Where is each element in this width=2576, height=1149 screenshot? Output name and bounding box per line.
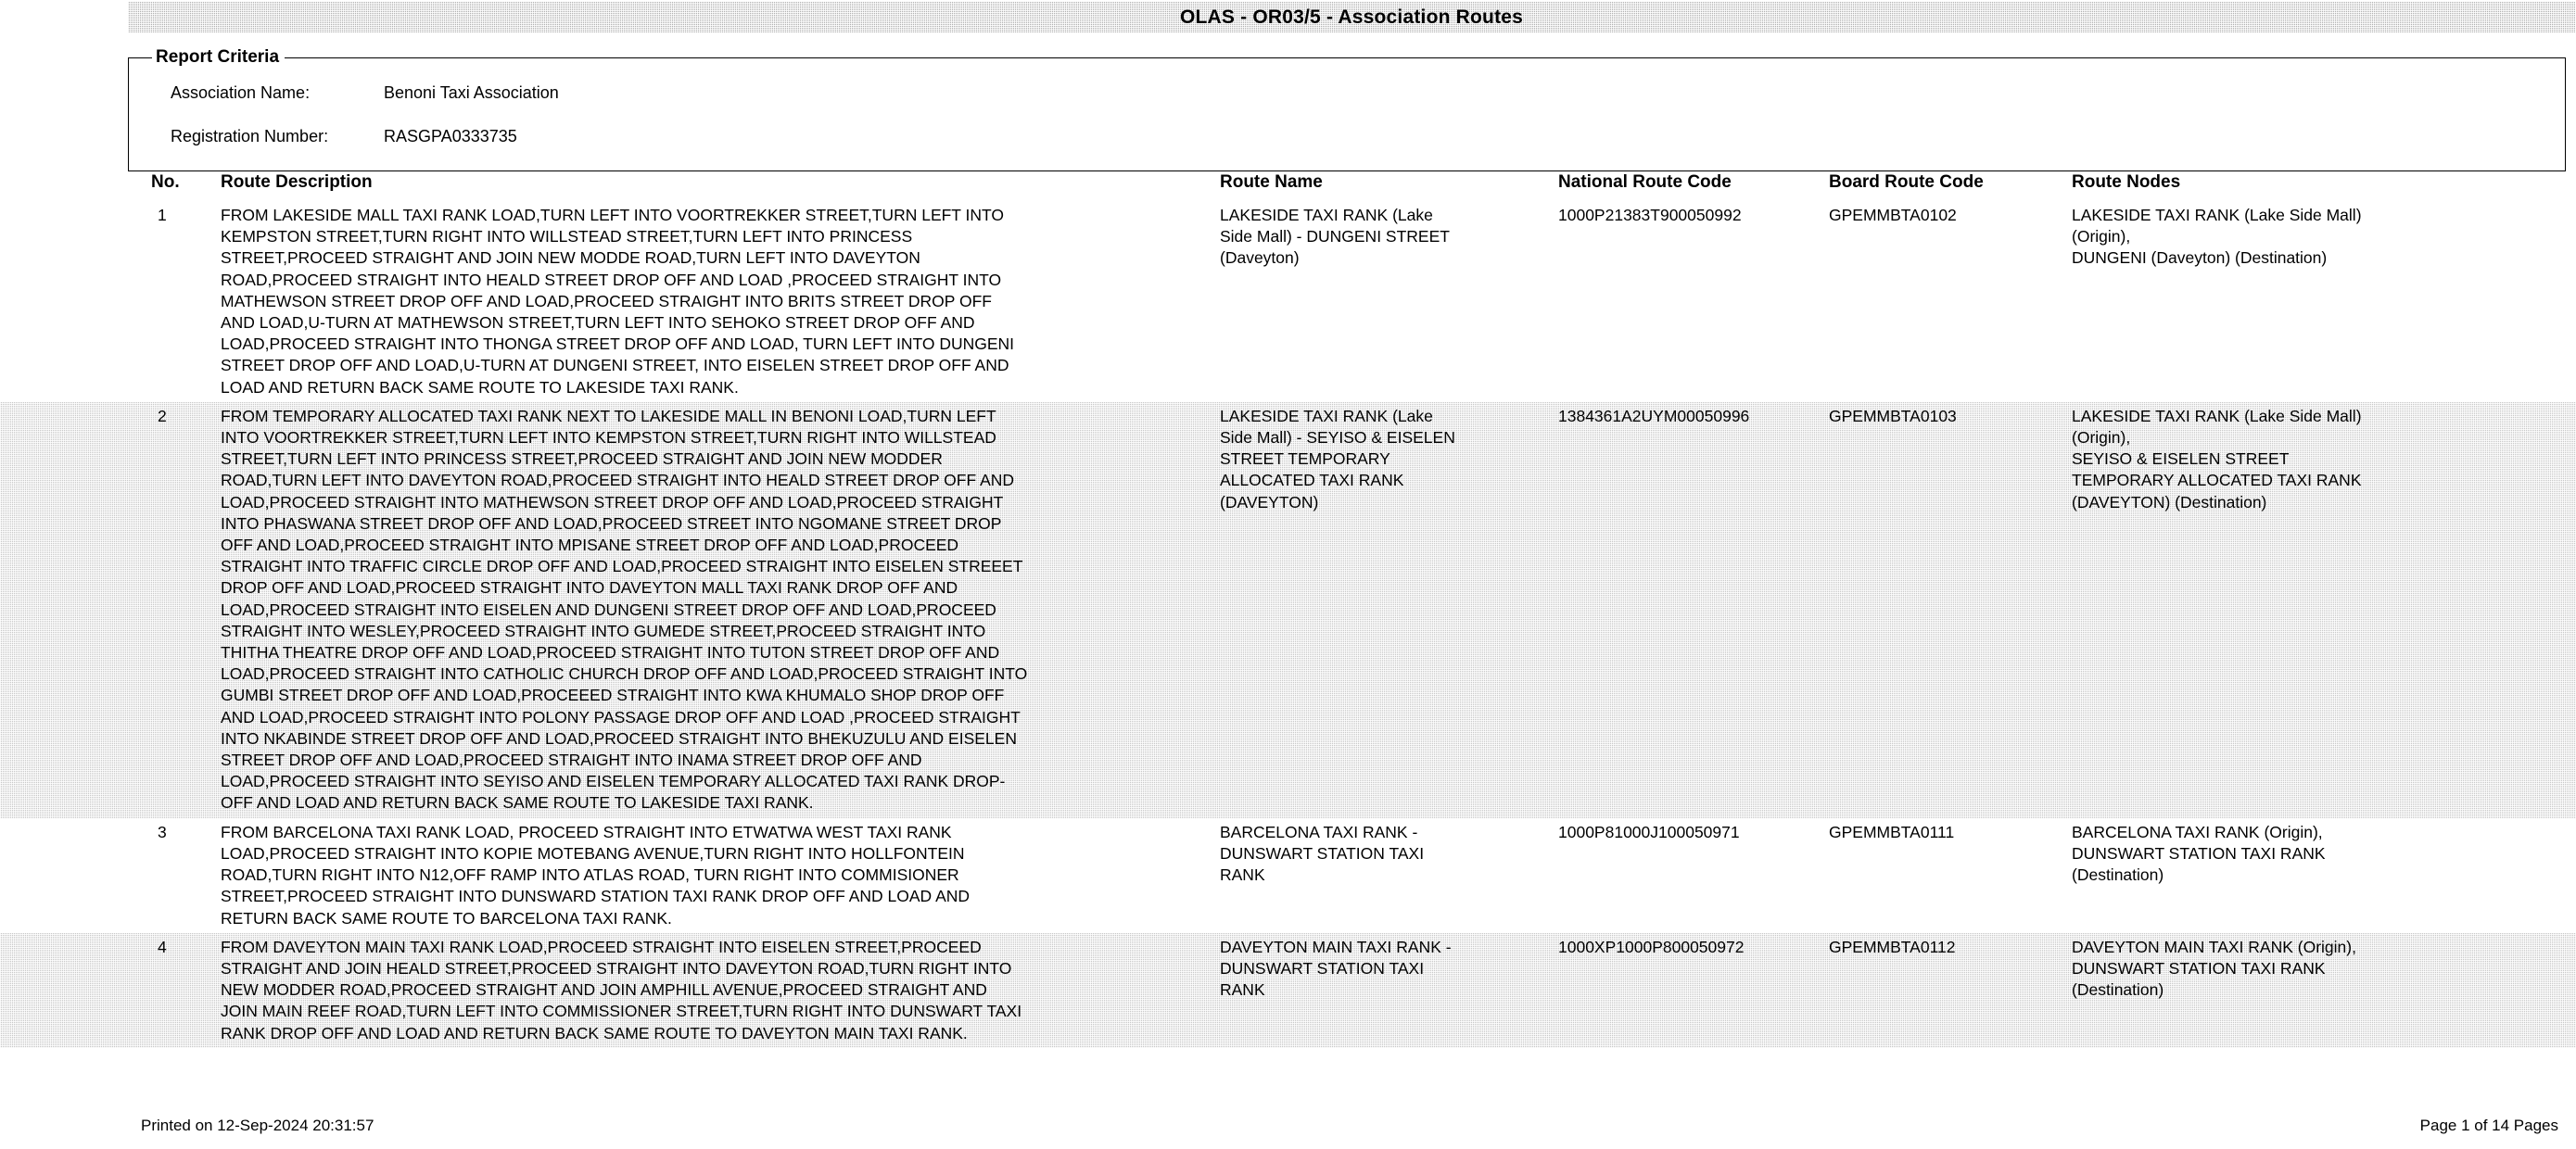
association-name-value: Benoni Taxi Association [384, 83, 559, 102]
cell-no: 3 [158, 822, 167, 841]
cell-route-nodes: LAKESIDE TAXI RANK (Lake Side Mall) (Ori… [2072, 206, 2362, 268]
registration-number-label: Registration Number: [171, 127, 329, 145]
table-row: 4 FROM DAVEYTON MAIN TAXI RANK LOAD,PROC… [0, 933, 2576, 1048]
cell-board-route-code: GPEMMBTA0103 [1829, 406, 1957, 425]
table-header-row: No. Route Description Route Name Nationa… [0, 172, 2576, 201]
report-criteria-panel [128, 57, 2566, 171]
cell-route-name: DAVEYTON MAIN TAXI RANK - DUNSWART STATI… [1220, 937, 1452, 1000]
cell-route-description: FROM LAKESIDE MALL TAXI RANK LOAD,TURN L… [221, 206, 1015, 397]
cell-no: 1 [158, 206, 167, 224]
table-row: 3 FROM BARCELONA TAXI RANK LOAD, PROCEED… [0, 818, 2576, 933]
cell-route-name: LAKESIDE TAXI RANK (Lake Side Mall) - DU… [1220, 206, 1450, 268]
association-name-label: Association Name: [171, 83, 311, 102]
cell-national-route-code: 1384361A2UYM00050996 [1558, 406, 1750, 425]
cell-national-route-code: 1000P81000J100050971 [1558, 822, 1740, 841]
cell-board-route-code: GPEMMBTA0102 [1829, 206, 1957, 224]
page-number-text: Page 1 of 14 Pages [2419, 1117, 2558, 1134]
cell-no: 2 [158, 406, 167, 425]
cell-route-name: BARCELONA TAXI RANK - DUNSWART STATION T… [1220, 822, 1425, 885]
column-header-no: No. [151, 172, 180, 192]
registration-number-value: RASGPA0333735 [384, 127, 517, 145]
table-row: 2 FROM TEMPORARY ALLOCATED TAXI RANK NEX… [0, 402, 2576, 818]
table-row: 1 FROM LAKESIDE MALL TAXI RANK LOAD,TURN… [0, 201, 2576, 402]
column-header-board-route-code: Board Route Code [1829, 172, 1984, 192]
column-header-national-route-code: National Route Code [1558, 172, 1732, 192]
cell-national-route-code: 1000XP1000P800050972 [1558, 937, 1745, 956]
cell-board-route-code: GPEMMBTA0112 [1829, 937, 1956, 956]
cell-board-route-code: GPEMMBTA0111 [1829, 822, 1955, 841]
cell-route-description: FROM TEMPORARY ALLOCATED TAXI RANK NEXT … [221, 406, 1028, 813]
column-header-route-nodes: Route Nodes [2072, 172, 2181, 192]
page-title: OLAS - OR03/5 - Association Routes [1179, 6, 1524, 28]
report-criteria-legend: Report Criteria [152, 48, 286, 67]
cell-route-name: LAKESIDE TAXI RANK (Lake Side Mall) - SE… [1220, 406, 1455, 511]
printed-on-text: Printed on 12-Sep-2024 20:31:57 [141, 1117, 374, 1134]
cell-route-description: FROM DAVEYTON MAIN TAXI RANK LOAD,PROCEE… [221, 937, 1022, 1042]
report-title-banner: OLAS - OR03/5 - Association Routes [128, 2, 2575, 32]
page-footer: Printed on 12-Sep-2024 20:31:57 Page 1 o… [0, 1117, 2576, 1144]
cell-route-description: FROM BARCELONA TAXI RANK LOAD, PROCEED S… [221, 822, 971, 928]
column-header-route-name: Route Name [1220, 172, 1323, 192]
cell-route-nodes: DAVEYTON MAIN TAXI RANK (Origin), DUNSWA… [2072, 937, 2356, 1000]
association-routes-table: No. Route Description Route Name Nationa… [0, 172, 2576, 1048]
cell-no: 4 [158, 937, 167, 956]
cell-route-nodes: LAKESIDE TAXI RANK (Lake Side Mall) (Ori… [2072, 406, 2362, 511]
column-header-route-description: Route Description [221, 172, 373, 192]
cell-route-nodes: BARCELONA TAXI RANK (Origin), DUNSWART S… [2072, 822, 2326, 885]
cell-national-route-code: 1000P21383T900050992 [1558, 206, 1742, 224]
